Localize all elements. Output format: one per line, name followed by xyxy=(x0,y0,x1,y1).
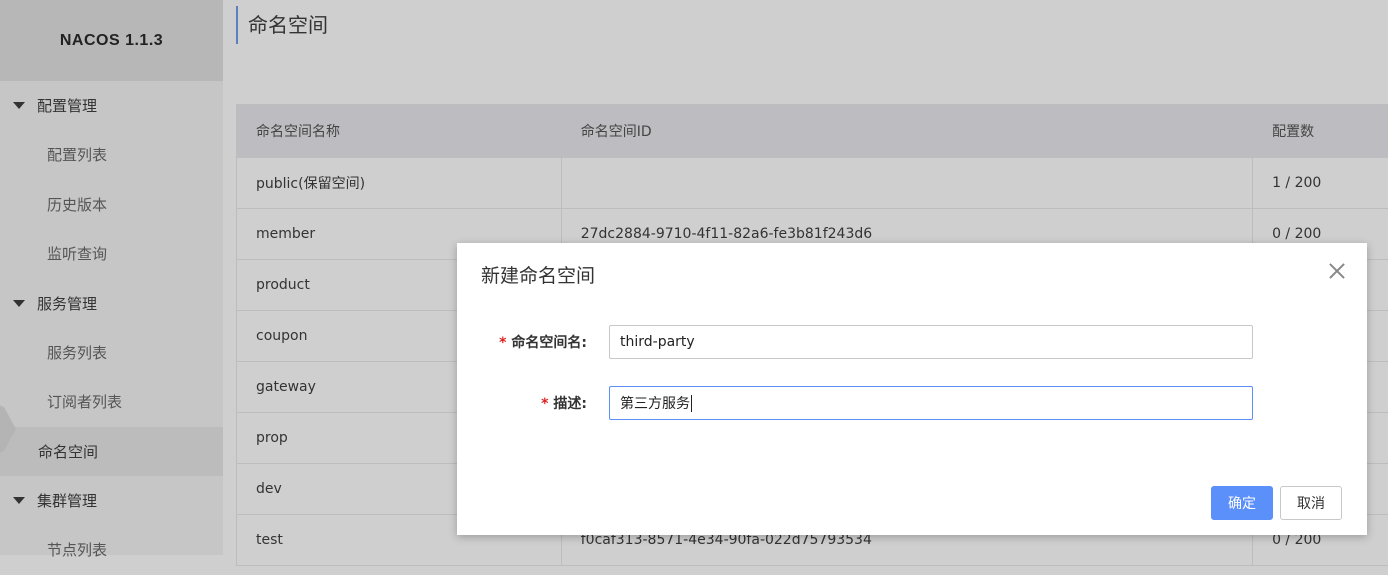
text-caret xyxy=(691,395,692,412)
confirm-button[interactable]: 确定 xyxy=(1211,486,1273,520)
table-row: public(保留空间) 1 / 200 xyxy=(237,158,1388,209)
nav-group-service[interactable]: 服务管理 xyxy=(0,279,223,328)
sidebar-item-history[interactable]: 历史版本 xyxy=(0,180,223,230)
field-label-name: *命名空间名: xyxy=(457,332,609,352)
table-cell: public(保留空间) xyxy=(237,158,562,209)
caret-down-icon xyxy=(13,102,25,109)
nav-group-label: 集群管理 xyxy=(37,490,97,511)
column-header-name: 命名空间名称 xyxy=(237,105,562,158)
page-title: 命名空间 xyxy=(236,6,328,44)
table-cell: 1 / 200 xyxy=(1253,158,1388,209)
sidebar-item-config-list[interactable]: 配置列表 xyxy=(0,130,223,180)
sidebar-item-subscriber-list[interactable]: 订阅者列表 xyxy=(0,377,223,427)
new-namespace-dialog: 新建命名空间 *命名空间名: third-party *描述: 第三方服务 确定… xyxy=(457,243,1367,535)
nav-group-label: 配置管理 xyxy=(37,95,97,116)
caret-down-icon xyxy=(13,300,25,307)
table-header-row: 命名空间名称 命名空间ID 配置数 xyxy=(237,105,1388,158)
column-header-id: 命名空间ID xyxy=(561,105,1252,158)
nav-group-config[interactable]: 配置管理 xyxy=(0,81,223,130)
required-mark: * xyxy=(541,396,548,412)
table-cell xyxy=(561,158,1252,209)
brand-logo: NACOS 1.1.3 xyxy=(0,0,223,81)
required-mark: * xyxy=(499,335,506,351)
sidebar-item-namespace[interactable]: 命名空间 xyxy=(0,427,223,477)
namespace-name-input[interactable]: third-party xyxy=(609,325,1253,359)
sidebar-item-service-list[interactable]: 服务列表 xyxy=(0,328,223,378)
form-row-name: *命名空间名: third-party xyxy=(457,325,1367,359)
sidebar-item-listener-query[interactable]: 监听查询 xyxy=(0,229,223,279)
nav-group-cluster[interactable]: 集群管理 xyxy=(0,476,223,525)
sidebar-item-node-list[interactable]: 节点列表 xyxy=(0,525,223,575)
dialog-title: 新建命名空间 xyxy=(481,261,595,288)
sidebar: NACOS 1.1.3 配置管理 配置列表 历史版本 监听查询 服务管理 服务列… xyxy=(0,0,223,555)
column-header-config-count: 配置数 xyxy=(1253,105,1388,158)
close-icon[interactable] xyxy=(1327,261,1347,281)
form-row-desc: *描述: 第三方服务 xyxy=(457,386,1367,420)
description-input-value: 第三方服务 xyxy=(620,393,690,413)
field-label-desc: *描述: xyxy=(457,393,609,413)
nav-group-label: 服务管理 xyxy=(37,293,97,314)
description-input[interactable]: 第三方服务 xyxy=(609,386,1253,420)
caret-down-icon xyxy=(13,497,25,504)
cancel-button[interactable]: 取消 xyxy=(1280,486,1342,520)
